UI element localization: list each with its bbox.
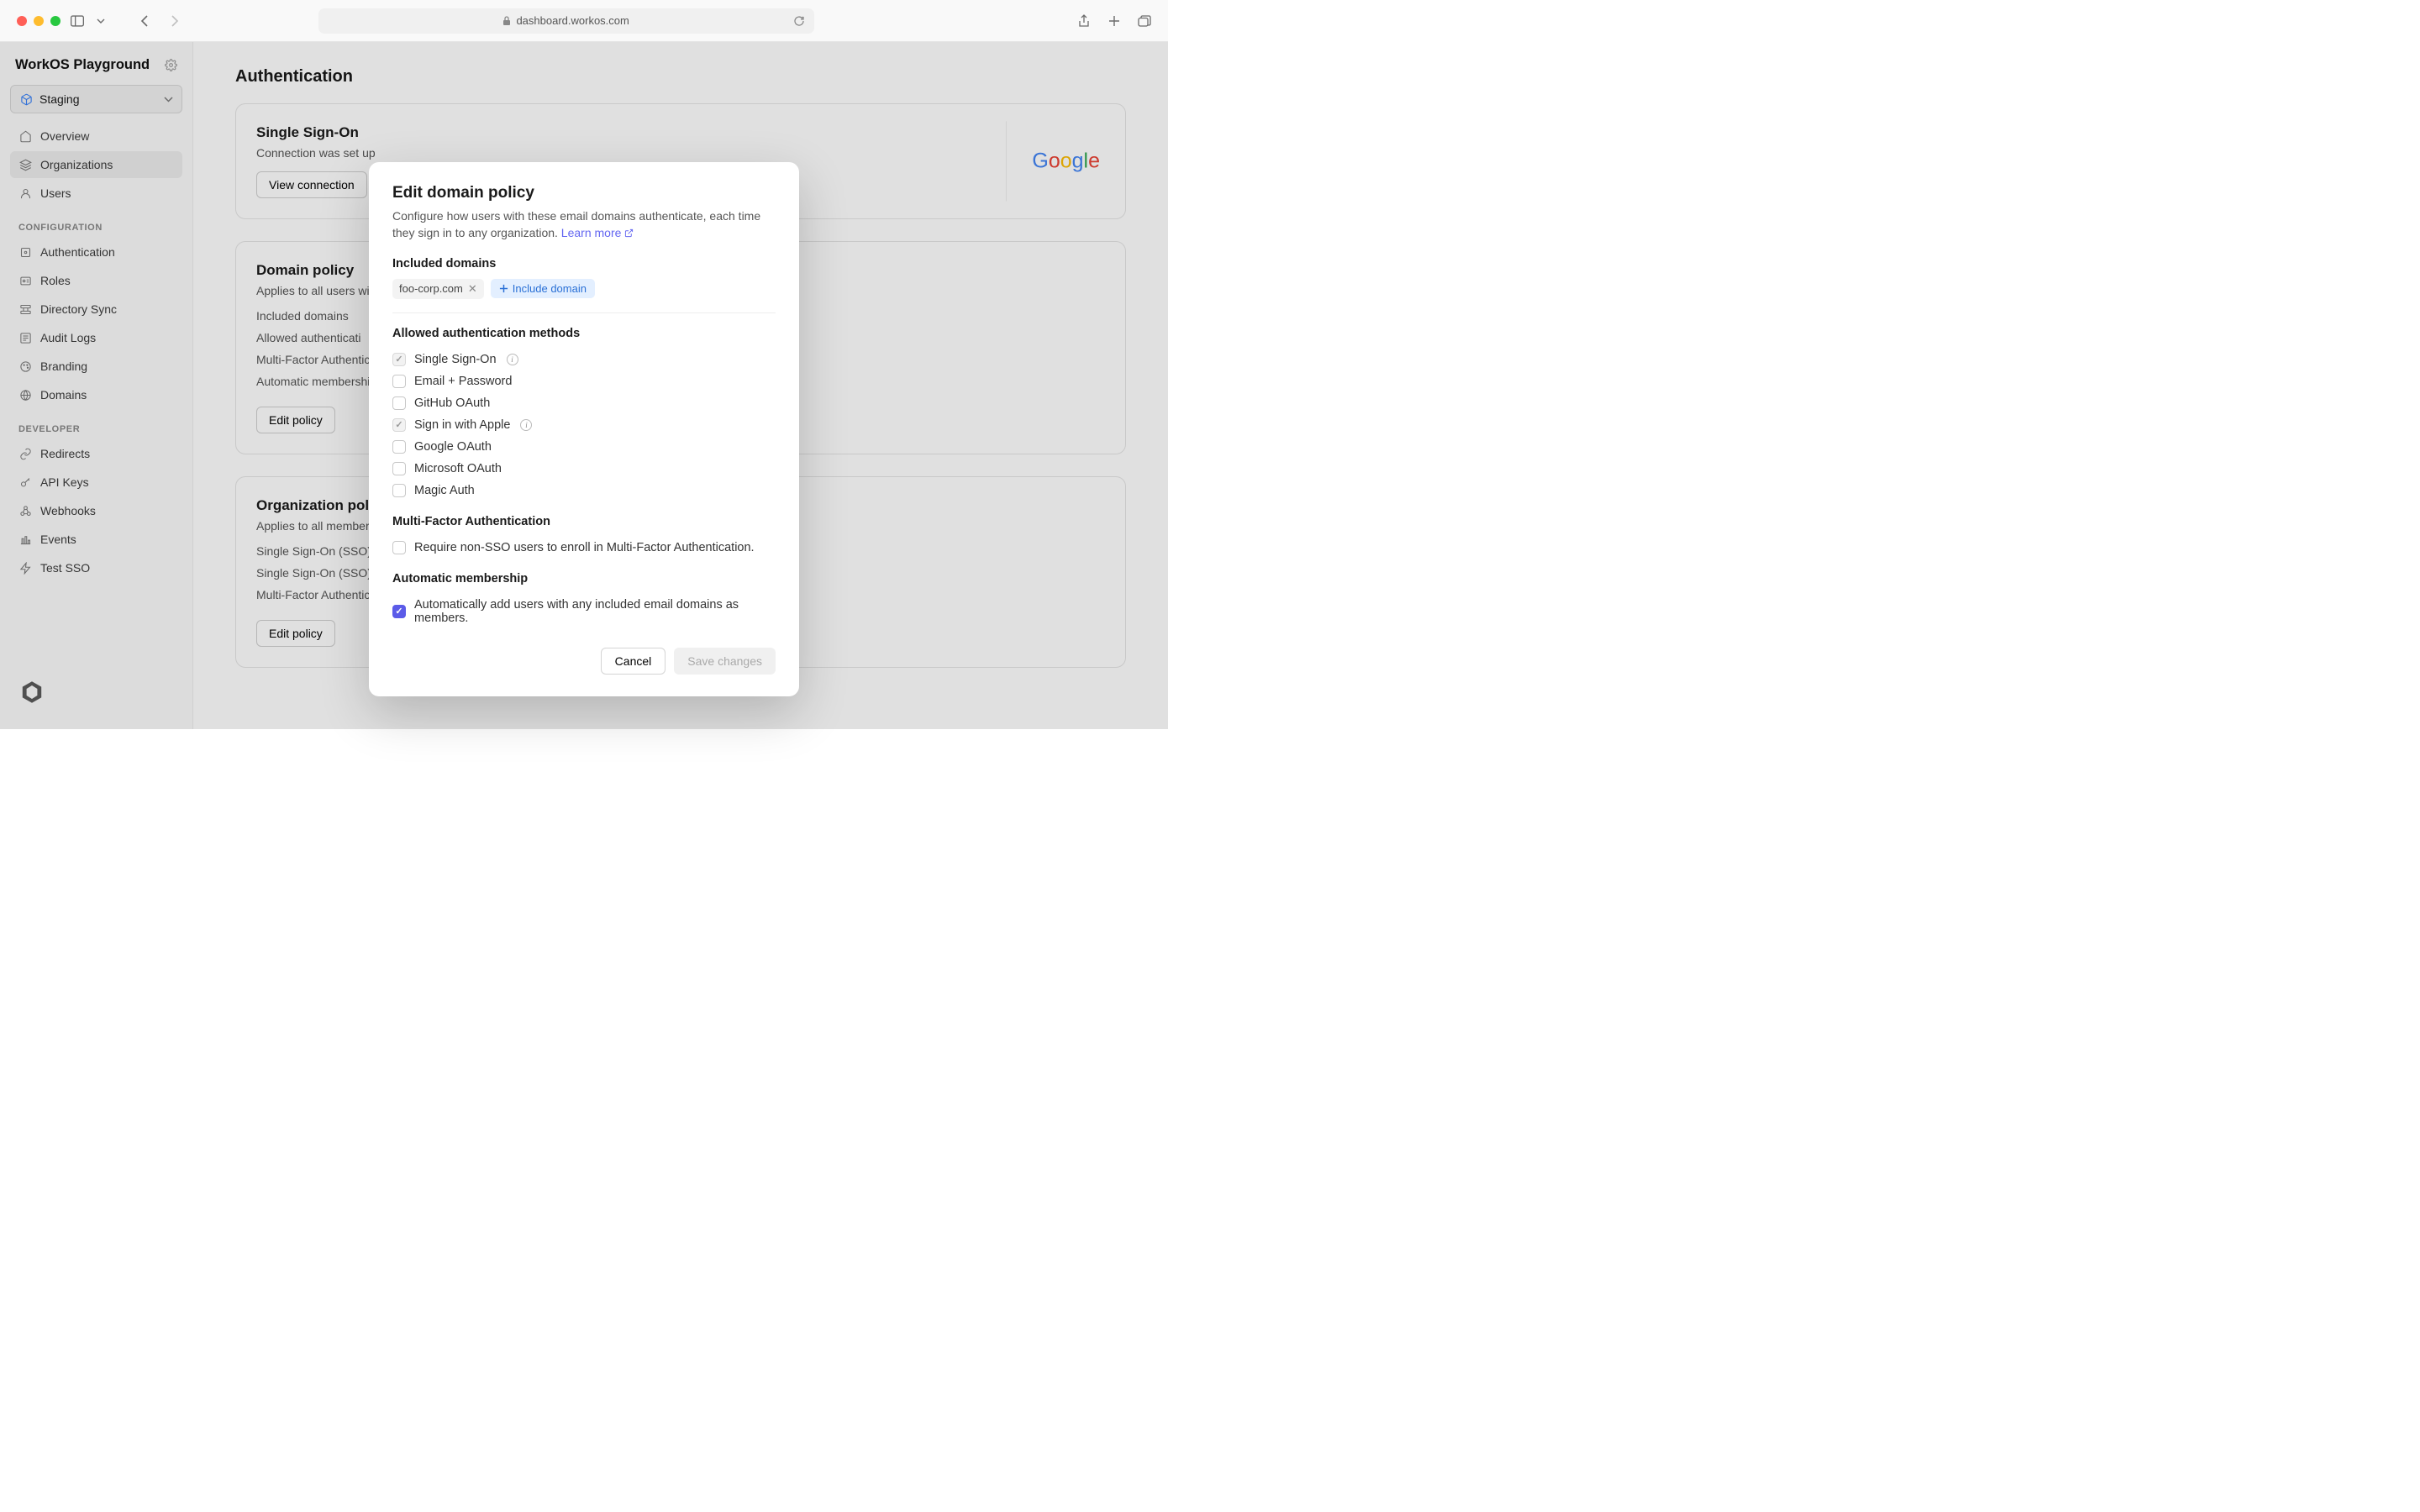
checkbox-label: Google OAuth [414, 440, 492, 454]
url-bar[interactable]: dashboard.workos.com [318, 8, 814, 34]
checkbox-label: Sign in with Apple [414, 418, 510, 432]
checkbox[interactable] [392, 605, 406, 618]
cancel-button[interactable]: Cancel [601, 648, 666, 675]
section-heading: Included domains [392, 257, 776, 270]
new-tab-icon[interactable] [1107, 14, 1121, 28]
checkbox-label: Email + Password [414, 375, 512, 388]
checkbox[interactable] [392, 418, 406, 432]
learn-more-link[interactable]: Learn more [561, 226, 634, 239]
maximize-window[interactable] [50, 16, 60, 26]
save-changes-button[interactable]: Save changes [674, 648, 776, 675]
checkbox-label: Single Sign-On [414, 353, 497, 366]
domain-chip: foo-corp.com ✕ [392, 279, 484, 299]
modal-description: Configure how users with these email dom… [392, 207, 776, 242]
url-text: dashboard.workos.com [516, 14, 629, 27]
checkbox-label: Automatically add users with any include… [414, 598, 776, 625]
sidebar-toggle-icon[interactable] [71, 14, 84, 28]
auto-membership-checkbox-row[interactable]: Automatically add users with any include… [392, 594, 776, 629]
checkbox-label: Magic Auth [414, 484, 475, 497]
remove-chip-icon[interactable]: ✕ [468, 282, 477, 296]
info-icon[interactable]: i [520, 419, 532, 431]
share-icon[interactable] [1077, 14, 1091, 28]
checkbox[interactable] [392, 484, 406, 497]
section-heading: Allowed authentication methods [392, 327, 776, 340]
lock-icon [502, 16, 511, 26]
checkbox-label: GitHub OAuth [414, 396, 490, 410]
browser-chrome: dashboard.workos.com [0, 0, 1168, 42]
section-heading: Automatic membership [392, 572, 776, 585]
minimize-window[interactable] [34, 16, 44, 26]
domain-chips: foo-corp.com ✕ Include domain [392, 279, 776, 313]
forward-icon[interactable] [168, 14, 182, 28]
checkbox[interactable] [392, 375, 406, 388]
auth-method-row[interactable]: Email + Password [392, 370, 776, 392]
checkbox[interactable] [392, 462, 406, 475]
checkbox[interactable] [392, 396, 406, 410]
edit-domain-policy-modal: Edit domain policy Configure how users w… [369, 162, 799, 696]
checkbox-label: Microsoft OAuth [414, 462, 502, 475]
auth-method-row[interactable]: Google OAuth [392, 436, 776, 458]
checkbox-label: Require non-SSO users to enroll in Multi… [414, 541, 755, 554]
reload-icon[interactable] [792, 14, 806, 28]
auth-method-row[interactable]: GitHub OAuth [392, 392, 776, 414]
close-window[interactable] [17, 16, 27, 26]
auth-method-row[interactable]: Microsoft OAuth [392, 458, 776, 480]
back-icon[interactable] [138, 14, 151, 28]
chevron-down-icon[interactable] [94, 14, 108, 28]
checkbox[interactable] [392, 541, 406, 554]
section-heading: Multi-Factor Authentication [392, 515, 776, 528]
modal-overlay[interactable]: Edit domain policy Configure how users w… [0, 42, 1168, 729]
auth-method-row[interactable]: Single Sign-On i [392, 349, 776, 370]
info-icon[interactable]: i [507, 354, 518, 365]
auth-method-row[interactable]: Magic Auth [392, 480, 776, 501]
checkbox[interactable] [392, 440, 406, 454]
tabs-icon[interactable] [1138, 14, 1151, 28]
include-domain-button[interactable]: Include domain [491, 279, 595, 298]
auth-method-row[interactable]: Sign in with Apple i [392, 414, 776, 436]
checkbox[interactable] [392, 353, 406, 366]
traffic-lights [17, 16, 60, 26]
mfa-checkbox-row[interactable]: Require non-SSO users to enroll in Multi… [392, 537, 776, 559]
modal-title: Edit domain policy [392, 184, 776, 202]
